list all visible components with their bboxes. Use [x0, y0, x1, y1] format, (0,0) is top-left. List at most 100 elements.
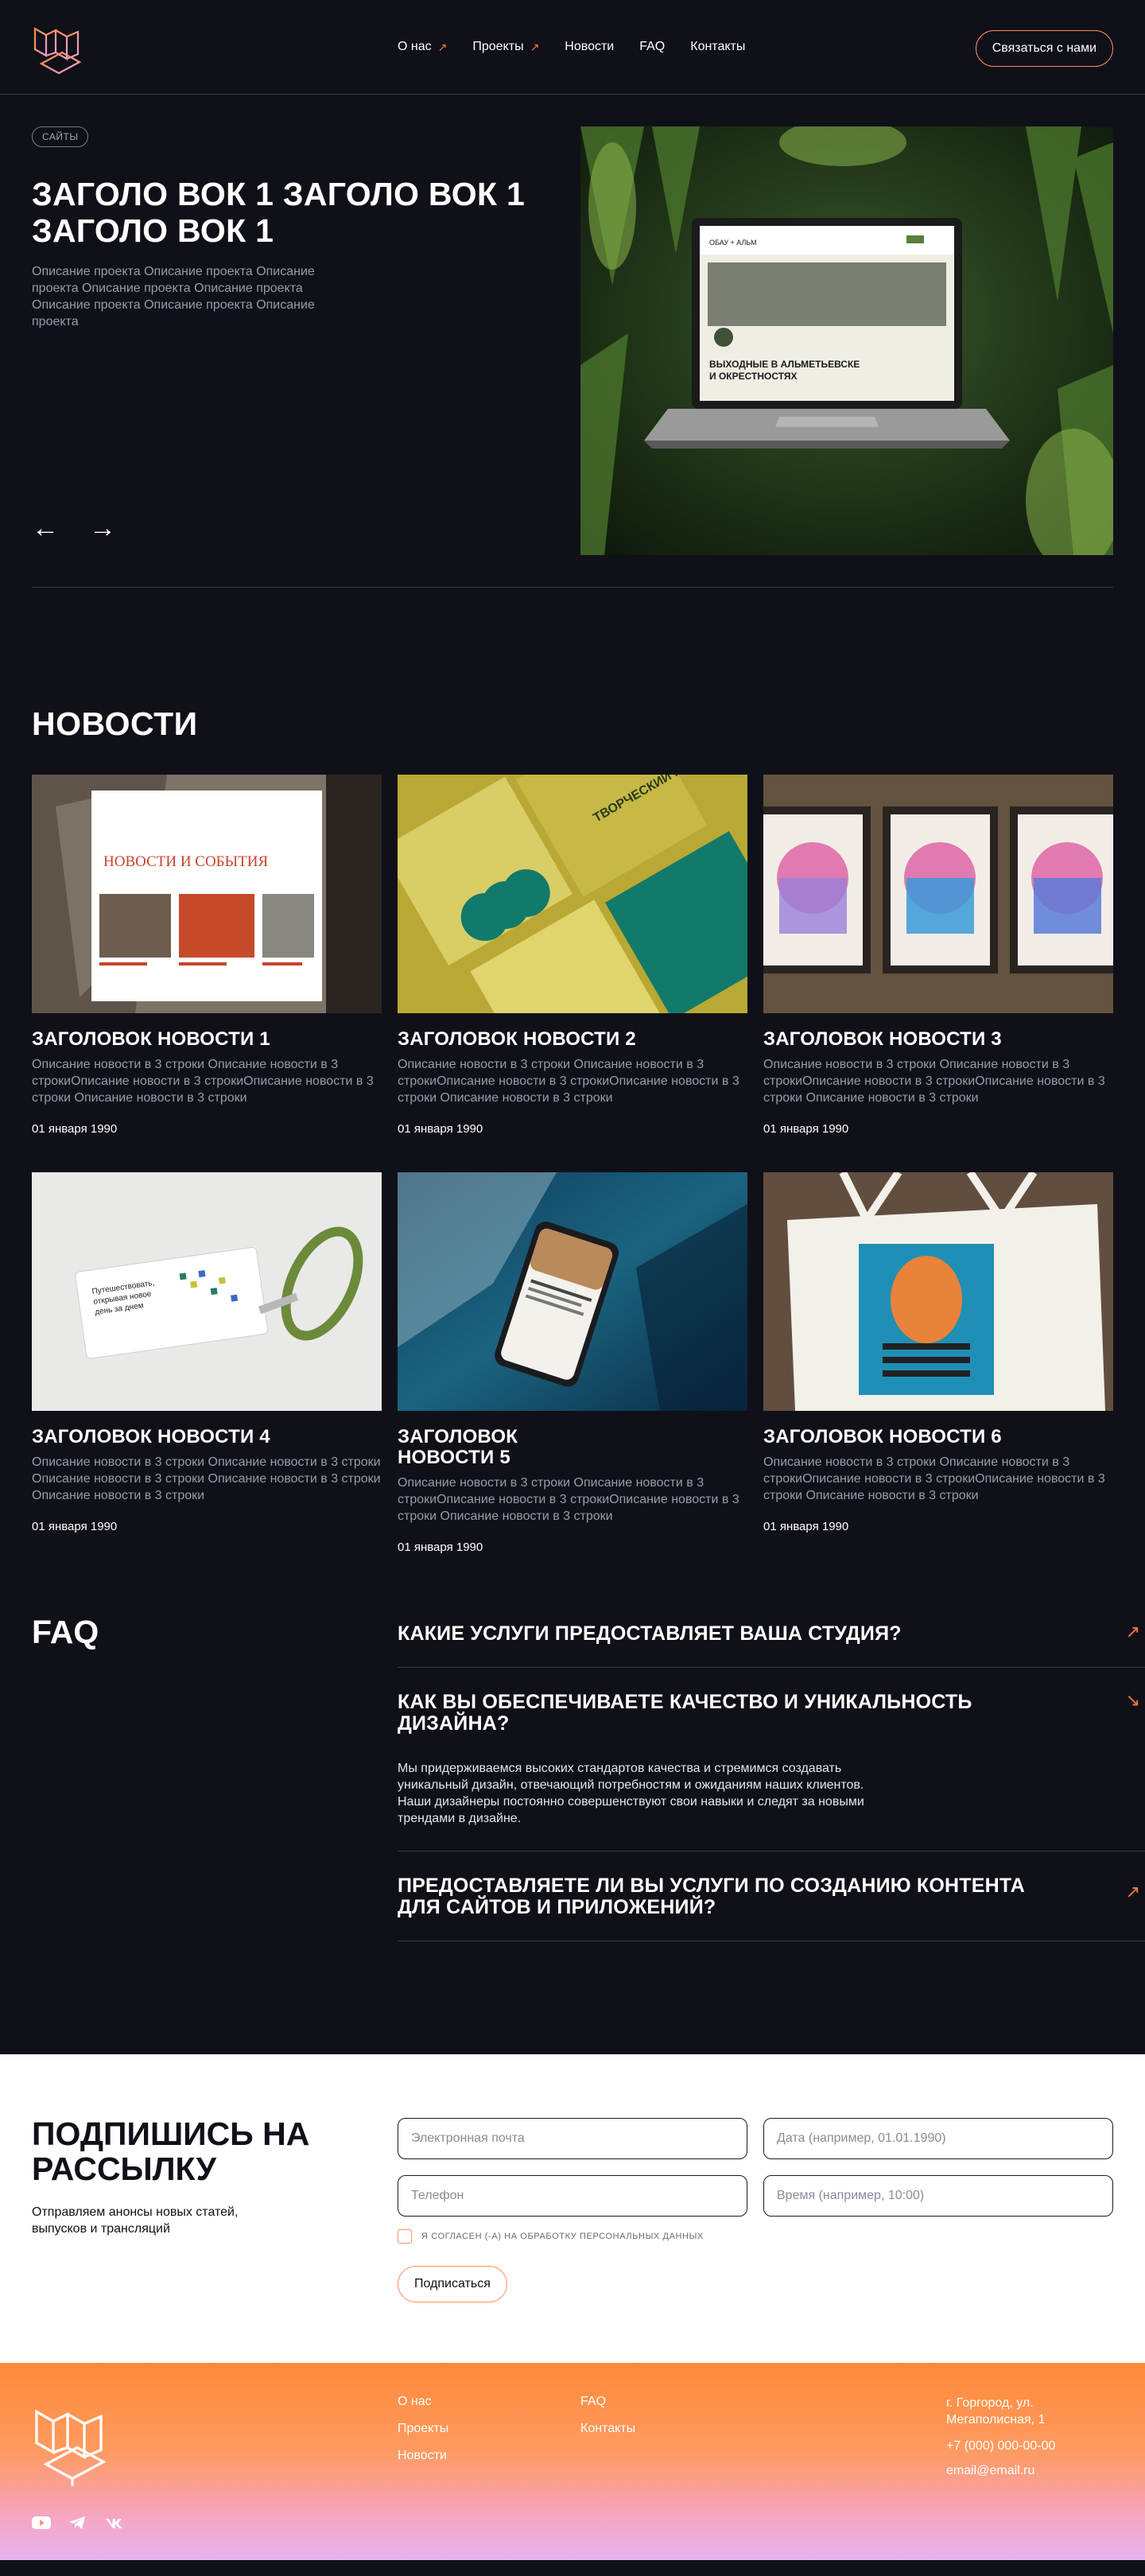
- news-image-text: НОВОСТИ И СОБЫТИЯ: [103, 853, 268, 870]
- news-date: 01 января 1990: [32, 1520, 118, 1533]
- news-title: ЗАГОЛОВОК НОВОСТИ 2: [398, 1028, 636, 1050]
- nav-item-label: Проекты: [472, 40, 524, 53]
- nav-item-projects[interactable]: Проекты ↗: [472, 40, 539, 54]
- email-field[interactable]: [398, 2118, 747, 2159]
- news-description: Описание новости в 3 строки Описание нов…: [763, 1058, 1105, 1105]
- faq-question: КАК ВЫ ОБЕСПЕЧИВАЕТЕ КАЧЕСТВО И УНИКАЛЬН…: [398, 1691, 972, 1735]
- news-description: Описание новости в 3 строки Описание нов…: [398, 1476, 739, 1523]
- arrow-up-right-icon: ↗: [1125, 1622, 1140, 1642]
- faq-question: ПРЕДОСТАВЛЯЕТЕ ЛИ ВЫ УСЛУГИ ПО СОЗДАНИЮ …: [398, 1875, 1025, 1918]
- news-date: 01 января 1990: [32, 1122, 118, 1136]
- consent-checkbox[interactable]: [398, 2229, 412, 2244]
- site-header: О нас ↗ Проекты ↗ Новости FAQ Контакты С…: [0, 0, 1145, 95]
- subscribe-form: Я СОГЛАСЕН (-А) НА ОБРАБОТКУ ПЕРСОНАЛЬНЫ…: [398, 2118, 1113, 2302]
- faq-section: FAQ КАКИЕ УСЛУГИ ПРЕДОСТАВЛЯЕТ ВАША СТУД…: [32, 1614, 1145, 2054]
- news-section: НОВОСТИ НОВОСТИ И СОБЫТИЯ ЗАГОЛОВОК НОВО…: [32, 588, 1113, 1614]
- news-card[interactable]: ЗАГОЛОВОК НОВОСТИ 5 Описание новости в 3…: [398, 1172, 747, 1570]
- arrow-left-icon[interactable]: ←: [32, 515, 59, 542]
- hero-title: ЗАГОЛО ВОК 1 ЗАГОЛО ВОК 1 ЗАГОЛО ВОК 1: [32, 176, 526, 249]
- news-card[interactable]: НОВОСТИ И СОБЫТИЯ ЗАГОЛОВОК НОВОСТИ 1 Оп…: [32, 775, 382, 1172]
- news-title: ЗАГОЛОВОК НОВОСТИ 5: [398, 1426, 518, 1468]
- news-date: 01 января 1990: [763, 1122, 849, 1136]
- news-image: [763, 1172, 1113, 1411]
- news-card[interactable]: ТВОРЧЕСКИЙ ПАРК ЗАГОЛОВОК НОВОСТИ 2 Опис…: [398, 775, 747, 1172]
- footer-email[interactable]: email@email.ru: [946, 2462, 1089, 2479]
- footer-nav-col-2: FAQ Контакты: [580, 2395, 635, 2436]
- footer-link-about[interactable]: О нас: [398, 2395, 448, 2409]
- date-field[interactable]: [763, 2118, 1113, 2159]
- faq-item[interactable]: КАКИЕ УСЛУГИ ПРЕДОСТАВЛЯЕТ ВАША СТУДИЯ? …: [398, 1614, 1145, 1668]
- hero-description: Описание проекта Описание проекта Описан…: [32, 265, 315, 328]
- faq-item[interactable]: ПРЕДОСТАВЛЯЕТЕ ЛИ ВЫ УСЛУГИ ПО СОЗДАНИЮ …: [398, 1851, 1145, 1941]
- faq-item-open[interactable]: КАК ВЫ ОБЕСПЕЧИВАЕТЕ КАЧЕСТВО И УНИКАЛЬН…: [398, 1668, 1145, 1851]
- footer-link-news[interactable]: Новости: [398, 2449, 448, 2463]
- news-title: ЗАГОЛОВОК НОВОСТИ 1: [32, 1028, 270, 1050]
- time-field[interactable]: [763, 2175, 1113, 2217]
- main-nav: О нас ↗ Проекты ↗ Новости FAQ Контакты: [398, 40, 745, 54]
- category-tag[interactable]: САЙТЫ: [32, 126, 89, 147]
- footer-address: г. Горгород, ул. Мегаполисная, 1: [946, 2396, 1046, 2426]
- arrow-up-right-icon: ↗: [1125, 1882, 1140, 1902]
- news-description: Описание новости в 3 строки Описание нов…: [398, 1058, 739, 1105]
- footer-link-contacts[interactable]: Контакты: [580, 2422, 635, 2436]
- nav-item-contacts[interactable]: Контакты: [690, 40, 745, 54]
- nav-item-faq[interactable]: FAQ: [639, 40, 665, 54]
- arrow-right-icon[interactable]: →: [89, 515, 116, 542]
- footer-link-projects[interactable]: Проекты: [398, 2422, 448, 2436]
- subscribe-title: ПОДПИШИСЬ НА РАССЫЛКУ: [32, 2116, 310, 2187]
- news-description: Описание новости в 3 строки Описание нов…: [32, 1455, 381, 1502]
- news-date: 01 января 1990: [398, 1541, 483, 1554]
- news-image: [398, 1172, 747, 1411]
- arrow-up-right-icon: ↗: [437, 40, 448, 53]
- nav-item-label: FAQ: [639, 40, 666, 53]
- consent-label: Я СОГЛАСЕН (-А) НА ОБРАБОТКУ ПЕРСОНАЛЬНЫ…: [421, 2232, 704, 2241]
- news-title: ЗАГОЛОВОК НОВОСТИ 6: [763, 1426, 1002, 1447]
- arrow-down-right-icon: ↘: [1125, 1690, 1140, 1710]
- social-links: [32, 2516, 124, 2530]
- phone-field[interactable]: [398, 2175, 747, 2217]
- news-card[interactable]: ЗАГОЛОВОК НОВОСТИ 6 Описание новости в 3…: [763, 1172, 1113, 1570]
- news-image: Путешествовать, открывая новое день за д…: [32, 1172, 382, 1411]
- logo-icon[interactable]: [32, 2395, 115, 2489]
- news-section-title: НОВОСТИ: [32, 705, 198, 742]
- vk-icon[interactable]: [105, 2516, 124, 2530]
- news-date: 01 января 1990: [763, 1520, 849, 1533]
- news-grid: НОВОСТИ И СОБЫТИЯ ЗАГОЛОВОК НОВОСТИ 1 Оп…: [32, 775, 1113, 1570]
- subscribe-section: ПОДПИШИСЬ НА РАССЫЛКУ Отправляем анонсы …: [0, 2054, 1145, 2363]
- nav-item-about[interactable]: О нас ↗: [398, 40, 447, 54]
- news-date: 01 января 1990: [398, 1122, 483, 1136]
- site-footer: О нас Проекты Новости FAQ Контакты г. Го…: [0, 2363, 1145, 2560]
- contact-us-button[interactable]: Связаться с нами: [975, 30, 1113, 67]
- consent-checkbox-row: Я СОГЛАСЕН (-А) НА ОБРАБОТКУ ПЕРСОНАЛЬНЫ…: [398, 2229, 1113, 2244]
- subscribe-button[interactable]: Подписаться: [398, 2266, 507, 2302]
- youtube-icon[interactable]: [32, 2516, 51, 2530]
- news-image: ТВОРЧЕСКИЙ ПАРК: [398, 775, 747, 1013]
- hero-slider: САЙТЫ ЗАГОЛО ВОК 1 ЗАГОЛО ВОК 1 ЗАГОЛО В…: [32, 95, 1113, 588]
- logo-icon[interactable]: [32, 17, 87, 80]
- hero-image: ОБАУ + АЛЬМ ВЫХОДНЫЕ В АЛЬМЕТЬЕВСКЕ И ОК…: [580, 126, 1113, 555]
- subscribe-description: Отправляем анонсы новых статей, выпусков…: [32, 2205, 239, 2236]
- news-card[interactable]: Путешествовать, открывая новое день за д…: [32, 1172, 382, 1570]
- faq-answer: Мы придерживаемся высоких стандартов кач…: [398, 1762, 864, 1825]
- news-card[interactable]: ЗАГОЛОВОК НОВОСТИ 3 Описание новости в 3…: [763, 775, 1113, 1172]
- news-image: НОВОСТИ И СОБЫТИЯ: [32, 775, 382, 1013]
- faq-list: КАКИЕ УСЛУГИ ПРЕДОСТАВЛЯЕТ ВАША СТУДИЯ? …: [398, 1614, 1145, 1941]
- nav-item-news[interactable]: Новости: [565, 40, 614, 54]
- news-title: ЗАГОЛОВОК НОВОСТИ 3: [763, 1028, 1002, 1050]
- footer-contacts: г. Горгород, ул. Мегаполисная, 1 +7 (000…: [946, 2395, 1089, 2479]
- telegram-icon[interactable]: [68, 2516, 87, 2530]
- slider-controls: ← →: [32, 515, 116, 542]
- faq-question: КАКИЕ УСЛУГИ ПРЕДОСТАВЛЯЕТ ВАША СТУДИЯ?: [398, 1622, 902, 1645]
- arrow-up-right-icon: ↗: [530, 40, 540, 53]
- news-title: ЗАГОЛОВОК НОВОСТИ 4: [32, 1426, 270, 1447]
- news-image: [763, 775, 1113, 1013]
- nav-item-label: О нас: [398, 40, 432, 53]
- footer-link-faq[interactable]: FAQ: [580, 2395, 635, 2409]
- faq-section-title: FAQ: [32, 1614, 99, 1650]
- nav-item-label: Контакты: [690, 40, 746, 53]
- news-description: Описание новости в 3 строки Описание нов…: [32, 1058, 374, 1105]
- footer-phone[interactable]: +7 (000) 000-00-00: [946, 2438, 1089, 2454]
- footer-nav-col-1: О нас Проекты Новости: [398, 2395, 448, 2463]
- news-description: Описание новости в 3 строки Описание нов…: [763, 1455, 1105, 1502]
- nav-item-label: Новости: [565, 40, 615, 53]
